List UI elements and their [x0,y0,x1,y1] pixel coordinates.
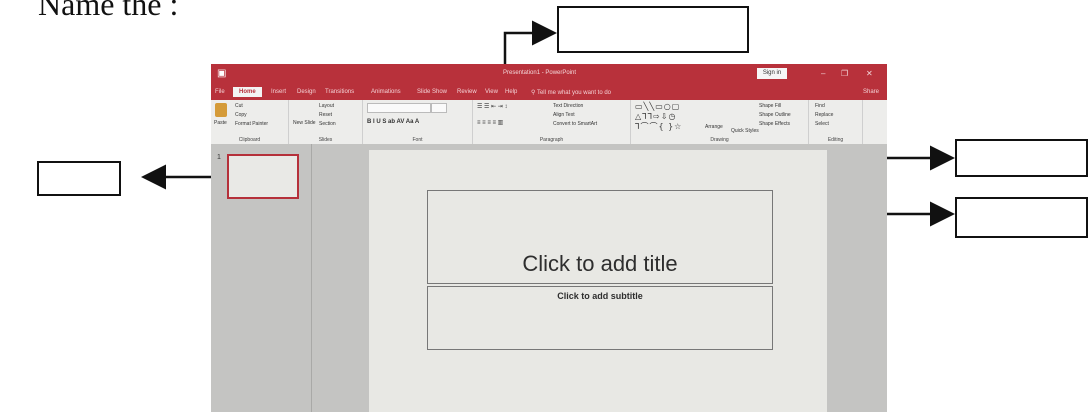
pane-divider[interactable] [311,144,312,412]
answer-box-title-bar[interactable] [557,6,749,53]
paragraph-group: ☰ ☰ ⇤ ⇥ ↕ ≡ ≡ ≡ ≡ ▥ Text Direction Align… [473,100,631,144]
list-icons[interactable]: ☰ ☰ ⇤ ⇥ ↕ [477,103,507,110]
layout-button[interactable]: Layout [319,103,334,109]
title-placeholder[interactable]: Click to add title [427,190,773,284]
tab-home[interactable]: Home [233,87,262,97]
answer-box-slide[interactable] [955,139,1088,177]
tab-review[interactable]: Review [457,89,477,95]
tab-view[interactable]: View [485,89,498,95]
tab-transitions[interactable]: Transitions [325,89,354,95]
font-name-box[interactable] [367,103,431,113]
replace-button[interactable]: Replace [815,112,833,118]
new-slide-button[interactable]: New Slide [293,120,316,126]
tab-file[interactable]: File [215,89,225,95]
tell-me-box[interactable]: ⚲ Tell me what you want to do [531,89,611,96]
cut-button[interactable]: Cut [235,103,243,109]
window-title: Presentation1 - PowerPoint [503,70,577,76]
shape-effects-button[interactable]: Shape Effects [759,121,790,127]
editing-label: Editing [827,137,844,143]
paragraph-label: Paragraph [539,137,564,143]
ribbon-tabs: File Home Insert Design Transitions Anim… [211,86,887,100]
drawing-label: Drawing [710,137,729,143]
text-direction-button[interactable]: Text Direction [553,103,583,109]
find-button[interactable]: Find [815,103,825,109]
shape-fill-button[interactable]: Shape Fill [759,103,781,109]
reset-button[interactable]: Reset [319,112,332,118]
select-button[interactable]: Select [815,121,829,127]
subtitle-placeholder-text: Click to add subtitle [557,291,643,301]
arrange-button[interactable]: Arrange [705,124,723,130]
shapes-gallery[interactable]: ▭╲╲▭○▢ △⅂⅂⇨⇩◷ ⅂⌒⌒{ }☆ [635,102,682,132]
quick-styles-button[interactable]: Quick Styles [731,128,759,134]
title-bar: ▣ Presentation1 - PowerPoint Sign in – ❐… [211,64,887,86]
font-label: Font [412,137,423,143]
restore-button[interactable]: ❐ [841,69,848,78]
ribbon: Paste Cut Copy Format Painter Clipboard … [211,100,887,145]
drawing-group: ▭╲╲▭○▢ △⅂⅂⇨⇩◷ ⅂⌒⌒{ }☆ Arrange Quick Styles… [631,100,809,144]
slide-thumbnail-number: 1 [217,154,221,161]
powerpoint-screenshot: ▣ Presentation1 - PowerPoint Sign in – ❐… [211,64,887,412]
font-group: B I U S ab AV Aa A Font [363,100,473,144]
clipboard-group: Paste Cut Copy Format Painter Clipboard [211,100,289,144]
section-button[interactable]: Section [319,121,336,127]
answer-box-slide-pane[interactable] [37,161,121,196]
share-button[interactable]: Share [863,89,879,95]
font-size-box[interactable] [431,103,447,113]
slides-label: Slides [318,137,333,143]
close-button[interactable]: ✕ [866,69,873,78]
align-icons[interactable]: ≡ ≡ ≡ ≡ ▥ [477,119,503,126]
paste-label[interactable]: Paste [214,120,227,126]
tab-design[interactable]: Design [297,89,316,95]
copy-button[interactable]: Copy [235,112,247,118]
tab-slide-show[interactable]: Slide Show [417,89,447,95]
tab-insert[interactable]: Insert [271,89,286,95]
slide-thumbnail[interactable] [227,154,299,199]
format-painter-button[interactable]: Format Painter [235,121,268,127]
convert-smartart-button[interactable]: Convert to SmartArt [553,121,597,127]
tab-animations[interactable]: Animations [371,89,401,95]
clipboard-label: Clipboard [238,137,261,143]
subtitle-placeholder[interactable]: Click to add subtitle [427,286,773,350]
tab-help[interactable]: Help [505,89,517,95]
shape-outline-button[interactable]: Shape Outline [759,112,791,118]
align-text-button[interactable]: Align Text [553,112,575,118]
font-format-icons[interactable]: B I U S ab AV Aa A [367,119,419,125]
minimize-button[interactable]: – [821,69,825,78]
sign-in-button[interactable]: Sign in [757,68,787,79]
paste-icon[interactable] [215,103,227,117]
editing-group: Find Replace Select Editing [809,100,863,144]
tell-me-label: Tell me what you want to do [536,90,611,96]
title-placeholder-text: Click to add title [522,251,678,276]
save-icon[interactable]: ▣ [217,68,226,79]
slide-canvas[interactable]: Click to add title Click to add subtitle [369,150,827,412]
slides-group: New Slide Layout Reset Section Slides [289,100,363,144]
worksheet-heading: Name the : [38,0,179,22]
answer-box-placeholder[interactable] [955,197,1088,238]
